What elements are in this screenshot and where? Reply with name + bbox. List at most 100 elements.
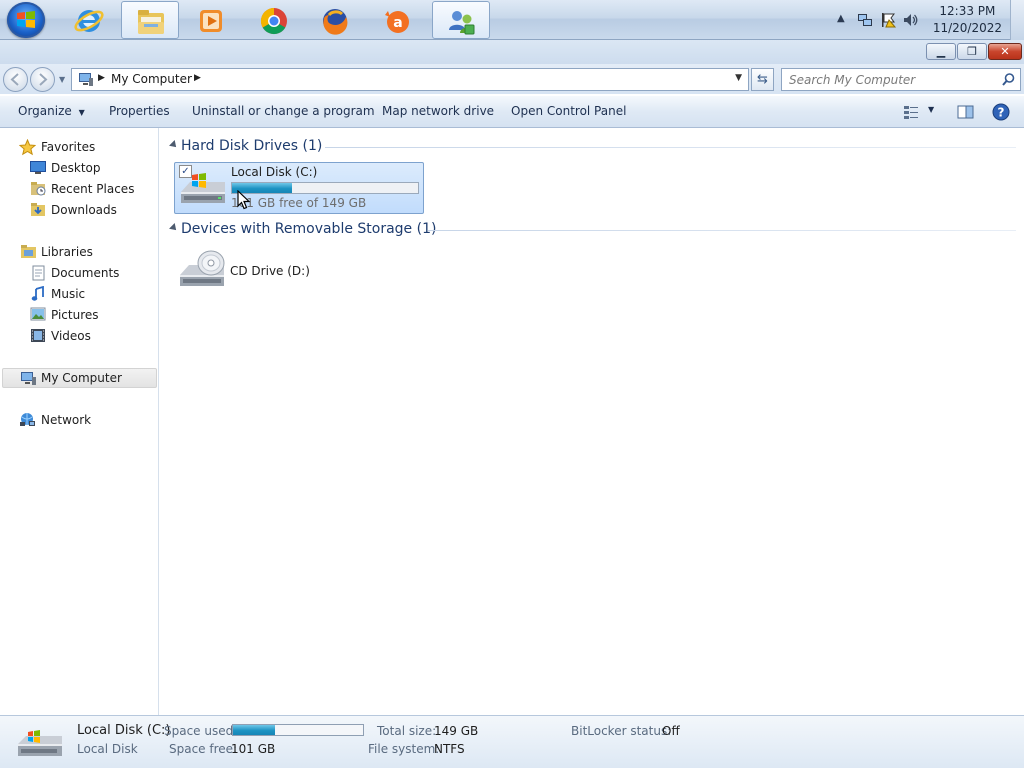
close-icon: ✕	[1000, 45, 1010, 58]
search-icon[interactable]	[1001, 72, 1016, 87]
address-bar[interactable]: ▶ My Computer ▶ ▼	[71, 68, 749, 91]
nav-pictures[interactable]: Pictures	[0, 305, 157, 325]
restore-icon: ❐	[967, 45, 977, 58]
map-network-drive-button[interactable]: Map network drive	[382, 104, 494, 118]
nav-music-label: Music	[51, 287, 86, 301]
file-system-value: NTFS	[434, 742, 465, 756]
properties-button[interactable]: Properties	[109, 104, 170, 118]
space-free-label: Space free:	[169, 742, 238, 756]
desktop-icon	[30, 161, 46, 174]
chrome-icon	[260, 7, 287, 35]
clock-date: 11/20/2022	[932, 21, 1002, 35]
collapse-group-icon[interactable]	[169, 140, 179, 150]
taskbar-windows-explorer[interactable]	[121, 1, 179, 39]
network-tray-icon[interactable]	[857, 12, 873, 28]
pictures-icon	[30, 307, 46, 321]
taskbar-chrome[interactable]	[245, 1, 303, 39]
nav-libraries[interactable]: Libraries	[0, 242, 157, 262]
close-button[interactable]: ✕	[988, 43, 1022, 60]
minimize-icon: ▁	[936, 45, 946, 58]
volume-icon[interactable]	[903, 12, 919, 28]
action-center-flag-icon[interactable]	[880, 12, 896, 28]
avast-icon: a	[385, 11, 409, 33]
preview-pane-icon[interactable]	[955, 102, 975, 122]
navigation-pane: Favorites Desktop Recent Places Download…	[0, 128, 159, 715]
drive-tile-local-disk-c[interactable]: ✓ Local Disk (C:) 101 GB free of 149 GB	[174, 162, 424, 214]
mouse-cursor-icon	[237, 190, 251, 210]
videos-icon	[31, 329, 45, 342]
user-accounts-icon	[449, 11, 475, 35]
nav-music[interactable]: Music	[0, 284, 157, 304]
group-hard-disk-drives[interactable]: Hard Disk Drives (1)	[169, 137, 1016, 157]
nav-network[interactable]: Network	[0, 410, 157, 430]
group-title-removable-storage: Devices with Removable Storage (1)	[181, 221, 437, 237]
hard-drive-icon	[18, 730, 62, 756]
recent-pages-dropdown-icon[interactable]: ▼	[59, 75, 65, 84]
taskbar-internet-explorer[interactable]	[60, 1, 118, 39]
search-input[interactable]	[789, 72, 999, 88]
nav-libraries-label: Libraries	[41, 245, 93, 259]
nav-recent-places[interactable]: Recent Places	[0, 179, 157, 199]
clock[interactable]: 12:33 PM 11/20/2022	[933, 3, 1002, 37]
back-button[interactable]	[3, 67, 28, 92]
breadcrumb-my-computer[interactable]: My Computer	[111, 72, 192, 86]
nav-documents-label: Documents	[51, 266, 120, 280]
nav-recent-places-label: Recent Places	[51, 182, 135, 196]
help-icon[interactable]: ?	[991, 102, 1011, 122]
nav-documents[interactable]: Documents	[0, 263, 157, 283]
open-control-panel-button[interactable]: Open Control Panel	[511, 104, 626, 118]
taskbar-firefox[interactable]	[306, 1, 364, 39]
space-free-value: 101 GB	[231, 742, 276, 756]
show-desktop-button[interactable]	[1010, 0, 1024, 40]
refresh-icon: ⇆	[757, 72, 768, 87]
details-drive-type: Local Disk	[77, 742, 138, 756]
minimize-button[interactable]: ▁	[926, 43, 956, 60]
total-size-value: 149 GB	[434, 724, 479, 738]
organize-button[interactable]: Organize ▼	[18, 104, 85, 118]
svg-text:?: ?	[998, 106, 1005, 120]
organize-label: Organize	[18, 104, 72, 118]
search-box[interactable]	[781, 68, 1021, 91]
taskbar-user-accounts[interactable]	[432, 1, 490, 39]
taskbar-avast[interactable]: a	[368, 1, 426, 39]
breadcrumb-separator-icon[interactable]: ▶	[98, 73, 105, 83]
system-tray: ▲ 12:33 PM 11/20/2022	[834, 0, 1024, 40]
firefox-icon	[323, 9, 348, 35]
nav-my-computer[interactable]: My Computer	[2, 368, 157, 388]
nav-favorites-label: Favorites	[41, 140, 96, 154]
group-removable-storage[interactable]: Devices with Removable Storage (1)	[169, 220, 1016, 240]
view-options-dropdown-icon[interactable]: ▼	[928, 105, 934, 114]
uninstall-program-button[interactable]: Uninstall or change a program	[192, 104, 375, 118]
libraries-icon	[21, 245, 36, 258]
nav-videos[interactable]: Videos	[0, 326, 157, 346]
collapse-group-icon[interactable]	[169, 223, 179, 233]
address-row: ▼ ▶ My Computer ▶ ▼ ⇆	[0, 64, 1024, 94]
forward-button[interactable]	[30, 67, 55, 92]
restore-button[interactable]: ❐	[957, 43, 987, 60]
details-pane: Local Disk (C:) Local Disk Space used: S…	[0, 715, 1024, 768]
internet-explorer-icon	[74, 10, 104, 32]
drive-tile-cd-drive-d[interactable]: CD Drive (D:)	[174, 246, 424, 298]
drive-usage-bar	[231, 182, 419, 194]
computer-icon	[79, 73, 93, 86]
clock-time: 12:33 PM	[939, 4, 996, 18]
recent-places-icon	[31, 182, 46, 196]
nav-desktop-label: Desktop	[51, 161, 101, 175]
show-hidden-icons-icon[interactable]: ▲	[837, 13, 853, 29]
address-dropdown-icon[interactable]: ▼	[735, 73, 742, 83]
nav-favorites[interactable]: Favorites	[0, 137, 157, 157]
refresh-button[interactable]: ⇆	[751, 68, 774, 91]
bitlocker-status-value: Off	[662, 724, 680, 738]
taskbar-media-player[interactable]	[182, 1, 240, 39]
nav-downloads[interactable]: Downloads	[0, 200, 157, 220]
start-button[interactable]	[7, 2, 45, 38]
nav-downloads-label: Downloads	[51, 203, 117, 217]
details-drive-name: Local Disk (C:)	[77, 723, 171, 738]
window-titlebar: ▁ ❐ ✕	[0, 40, 1024, 64]
total-size-label: Total size:	[377, 724, 437, 738]
nav-desktop[interactable]: Desktop	[0, 158, 157, 178]
change-view-icon[interactable]	[901, 102, 921, 122]
breadcrumb-separator-icon[interactable]: ▶	[194, 73, 201, 83]
space-used-fill	[233, 725, 275, 735]
group-divider	[428, 230, 1016, 231]
